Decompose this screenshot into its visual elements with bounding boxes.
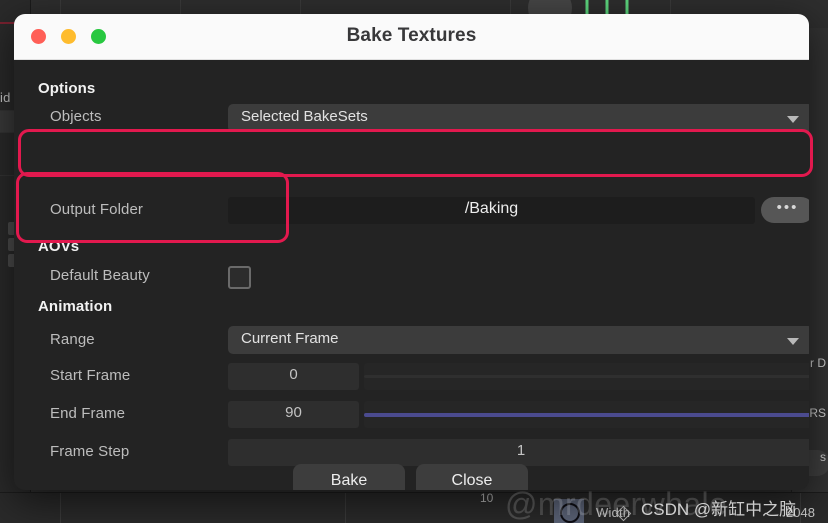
dialog-title: Bake Textures	[346, 25, 477, 46]
end-frame-input[interactable]: 90	[228, 401, 359, 428]
start-frame-value: 0	[289, 366, 298, 383]
slider-track	[364, 375, 809, 378]
frame-step-input[interactable]: 1	[228, 439, 809, 466]
frame-step-label: Frame Step	[50, 443, 130, 460]
output-folder-label: Output Folder	[50, 201, 144, 218]
objects-dropdown[interactable]: Selected BakeSets	[228, 104, 809, 132]
slider-fill	[364, 413, 809, 417]
end-frame-slider[interactable]	[364, 401, 809, 428]
ellipsis-icon: •••	[776, 199, 799, 216]
end-frame-label: End Frame	[50, 405, 126, 422]
status-number: 10	[480, 491, 494, 505]
section-heading-animation: Animation	[38, 298, 113, 315]
objects-dropdown-value: Selected BakeSets	[241, 108, 368, 125]
start-frame-label: Start Frame	[50, 367, 131, 384]
end-frame-value: 90	[285, 404, 302, 421]
left-panel-label: id	[0, 90, 11, 105]
status-segment	[60, 493, 346, 523]
right-label: RS	[809, 406, 826, 420]
watermark-csdn: CSDN @新缸中之脑	[641, 500, 797, 519]
objects-label: Objects	[50, 108, 102, 125]
start-frame-input[interactable]: 0	[228, 363, 359, 390]
default-beauty-checkbox[interactable]	[228, 266, 251, 289]
right-label: s	[820, 450, 826, 464]
default-beauty-label: Default Beauty	[50, 267, 150, 284]
browse-folder-button[interactable]: •••	[761, 197, 809, 223]
frame-step-value: 1	[516, 442, 526, 459]
output-folder-value: /Baking	[464, 200, 519, 217]
range-label: Range	[50, 331, 95, 348]
start-frame-slider[interactable]	[364, 363, 809, 390]
right-label: r D	[810, 356, 826, 370]
bake-textures-dialog: Bake Textures Options Objects Selected B…	[14, 14, 809, 490]
section-heading-options: Options	[38, 80, 96, 97]
range-dropdown[interactable]: Current Frame	[228, 326, 809, 354]
section-heading-aovs: AOVs	[38, 238, 80, 255]
output-folder-input[interactable]: /Baking	[228, 197, 755, 224]
dialog-body: Options Objects Selected BakeSets Output…	[14, 60, 809, 490]
chevron-down-icon	[787, 338, 799, 345]
dialog-titlebar: Bake Textures	[14, 14, 809, 60]
chevron-down-icon	[787, 116, 799, 123]
status-segment	[0, 493, 61, 523]
bake-button[interactable]: Bake	[293, 464, 405, 490]
range-dropdown-value: Current Frame	[241, 330, 339, 347]
